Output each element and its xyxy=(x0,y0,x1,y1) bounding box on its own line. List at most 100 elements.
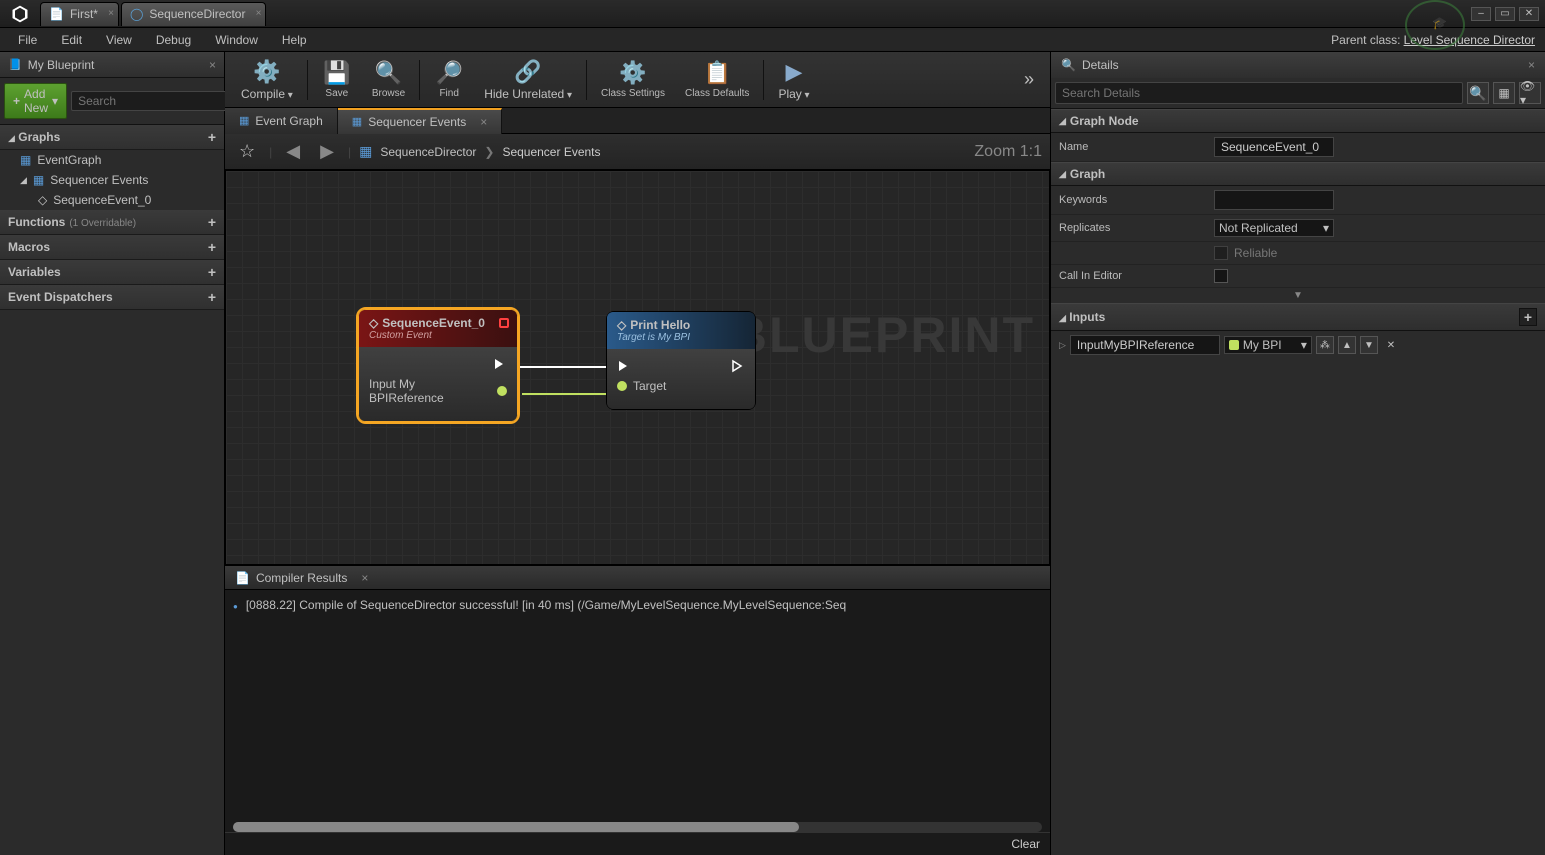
browse-icon: 🔍 xyxy=(375,60,402,86)
category-macros[interactable]: Macros + xyxy=(0,235,224,260)
breadcrumb-current: Sequencer Events xyxy=(502,145,600,159)
close-icon[interactable]: × xyxy=(1528,58,1535,72)
add-input-button[interactable]: + xyxy=(1519,308,1537,326)
compiler-results-tab[interactable]: 📄 Compiler Results × xyxy=(225,566,1050,590)
section-inputs[interactable]: ◢ Inputs + xyxy=(1051,303,1545,331)
details-panel-tab[interactable]: 🔍 Details × xyxy=(1051,52,1545,78)
param-type-dropdown[interactable]: My BPI ▾ xyxy=(1224,336,1312,354)
pick-type-button[interactable]: ⁂ xyxy=(1316,336,1334,354)
my-blueprint-panel-tab[interactable]: 📘 My Blueprint × xyxy=(0,52,224,78)
move-up-button[interactable]: ▲ xyxy=(1338,336,1356,354)
compiler-title: Compiler Results xyxy=(256,571,347,585)
node-print-hello[interactable]: ◇Print Hello Target is My BPI xyxy=(606,311,756,410)
replicates-dropdown[interactable]: Not Replicated ▾ xyxy=(1214,219,1334,237)
toolbar-overflow-icon[interactable]: » xyxy=(1014,69,1044,90)
save-button[interactable]: 💾 Save xyxy=(312,54,362,106)
tab-first[interactable]: 📄 First* × xyxy=(40,2,119,26)
category-graphs[interactable]: ◢ Graphs + xyxy=(0,125,224,150)
add-macro-button[interactable]: + xyxy=(208,239,216,255)
minimize-button[interactable]: – xyxy=(1471,7,1491,21)
nav-back-icon[interactable]: ◀ xyxy=(280,139,306,164)
class-defaults-button[interactable]: 📋 Class Defaults xyxy=(675,54,759,106)
gtab-se-label: Sequencer Events xyxy=(368,115,466,129)
search-icon[interactable]: 🔍 xyxy=(1467,82,1489,104)
find-button[interactable]: 🔎 Find xyxy=(424,54,474,106)
name-field[interactable] xyxy=(1214,137,1334,157)
delegate-pin[interactable] xyxy=(499,318,509,328)
close-icon[interactable]: × xyxy=(108,8,114,19)
data-out-pin[interactable]: Input My BPIReference xyxy=(369,377,507,405)
maximize-button[interactable]: ▭ xyxy=(1495,7,1515,21)
chevron-down-icon: ▾ xyxy=(1301,338,1307,352)
close-icon[interactable]: × xyxy=(480,115,487,129)
call-in-editor-checkbox[interactable] xyxy=(1214,269,1228,283)
node-sequenceevent0[interactable]: ◇SequenceEvent_0 Custom Event Inpu xyxy=(358,309,518,422)
menu-file[interactable]: File xyxy=(8,31,47,49)
clear-button[interactable]: Clear xyxy=(1011,837,1040,851)
tree-sequencer-events[interactable]: ◢ ▦ Sequencer Events xyxy=(0,170,224,190)
keywords-field[interactable] xyxy=(1214,190,1334,210)
graph-tab-eventgraph[interactable]: ▦ Event Graph xyxy=(225,108,338,134)
property-matrix-icon[interactable]: ▦ xyxy=(1493,82,1515,104)
add-dispatcher-button[interactable]: + xyxy=(208,289,216,305)
parent-class-label: Parent class: xyxy=(1331,33,1400,47)
nav-forward-icon[interactable]: ▶ xyxy=(314,139,340,164)
menu-debug[interactable]: Debug xyxy=(146,31,201,49)
favorite-icon[interactable]: ☆ xyxy=(233,139,261,164)
add-variable-button[interactable]: + xyxy=(208,264,216,280)
graph-canvas[interactable]: BLUEPRINT ◇SequenceEvent_0 Custom Event xyxy=(225,170,1050,565)
replicates-label: Replicates xyxy=(1059,222,1214,234)
close-icon[interactable]: × xyxy=(361,571,368,585)
exec-in-pin[interactable] xyxy=(617,359,631,373)
event-icon: ◇ xyxy=(369,316,378,330)
add-graph-button[interactable]: + xyxy=(208,129,216,145)
exec-out-pin[interactable] xyxy=(493,357,507,371)
defaults-icon: 📋 xyxy=(704,60,731,86)
section-graph-node[interactable]: ◢Graph Node xyxy=(1051,109,1545,133)
move-down-button[interactable]: ▼ xyxy=(1360,336,1378,354)
add-new-button[interactable]: + Add New ▾ xyxy=(4,83,67,119)
hide-unrelated-button[interactable]: 🔗 Hide Unrelated ▾ xyxy=(474,54,582,106)
parent-class-link[interactable]: Level Sequence Director xyxy=(1404,33,1535,47)
close-button[interactable]: ✕ xyxy=(1519,7,1539,21)
dispatchers-label: Event Dispatchers xyxy=(8,290,113,304)
close-icon[interactable]: × xyxy=(209,58,216,72)
tree-sequenceevent0[interactable]: ◇ SequenceEvent_0 xyxy=(0,190,224,210)
data-in-pin[interactable]: Target xyxy=(617,379,666,393)
category-functions[interactable]: Functions(1 Overridable) + xyxy=(0,210,224,235)
show-advanced-button[interactable]: ▼ xyxy=(1051,288,1545,303)
class-settings-button[interactable]: ⚙️ Class Settings xyxy=(591,54,675,106)
compiler-scrollbar[interactable] xyxy=(233,822,1042,832)
play-button[interactable]: ▶ Play ▾ xyxy=(768,54,819,106)
graph-tab-sequencer-events[interactable]: ▦ Sequencer Events × xyxy=(338,108,502,134)
browse-button[interactable]: 🔍 Browse xyxy=(362,54,415,106)
hide-label: Hide Unrelated xyxy=(484,87,564,101)
graphnode-label: Graph Node xyxy=(1070,114,1139,128)
name-label: Name xyxy=(1059,141,1214,153)
node-print-sub: Target is My BPI xyxy=(617,332,745,343)
expand-param-icon[interactable]: ▷ xyxy=(1059,340,1066,351)
param-name-field[interactable] xyxy=(1070,335,1220,355)
param-type-label: My BPI xyxy=(1243,338,1282,352)
category-variables[interactable]: Variables + xyxy=(0,260,224,285)
blueprint-search-input[interactable] xyxy=(71,91,240,111)
category-dispatchers[interactable]: Event Dispatchers + xyxy=(0,285,224,310)
exec-out-pin[interactable] xyxy=(731,359,745,373)
node-seq-title: SequenceEvent_0 xyxy=(382,316,485,330)
compile-button[interactable]: ⚙️ Compile ▾ xyxy=(231,54,303,106)
section-graph[interactable]: ◢Graph xyxy=(1051,162,1545,186)
view-options-icon[interactable]: 👁▾ xyxy=(1519,82,1541,104)
add-function-button[interactable]: + xyxy=(208,214,216,230)
close-icon[interactable]: × xyxy=(256,8,262,19)
tab-sequencedirector[interactable]: ◯ SequenceDirector × xyxy=(121,2,267,26)
menu-view[interactable]: View xyxy=(96,31,142,49)
tree-eventgraph[interactable]: ▦ EventGraph xyxy=(0,150,224,170)
data-pin-icon xyxy=(497,386,507,396)
menu-edit[interactable]: Edit xyxy=(51,31,92,49)
menu-window[interactable]: Window xyxy=(205,31,268,49)
node-print-title: Print Hello xyxy=(630,318,690,332)
breadcrumb-root[interactable]: SequenceDirector xyxy=(380,145,476,159)
details-search-input[interactable] xyxy=(1055,82,1463,104)
remove-param-button[interactable]: ✕ xyxy=(1382,336,1400,354)
menu-help[interactable]: Help xyxy=(272,31,317,49)
